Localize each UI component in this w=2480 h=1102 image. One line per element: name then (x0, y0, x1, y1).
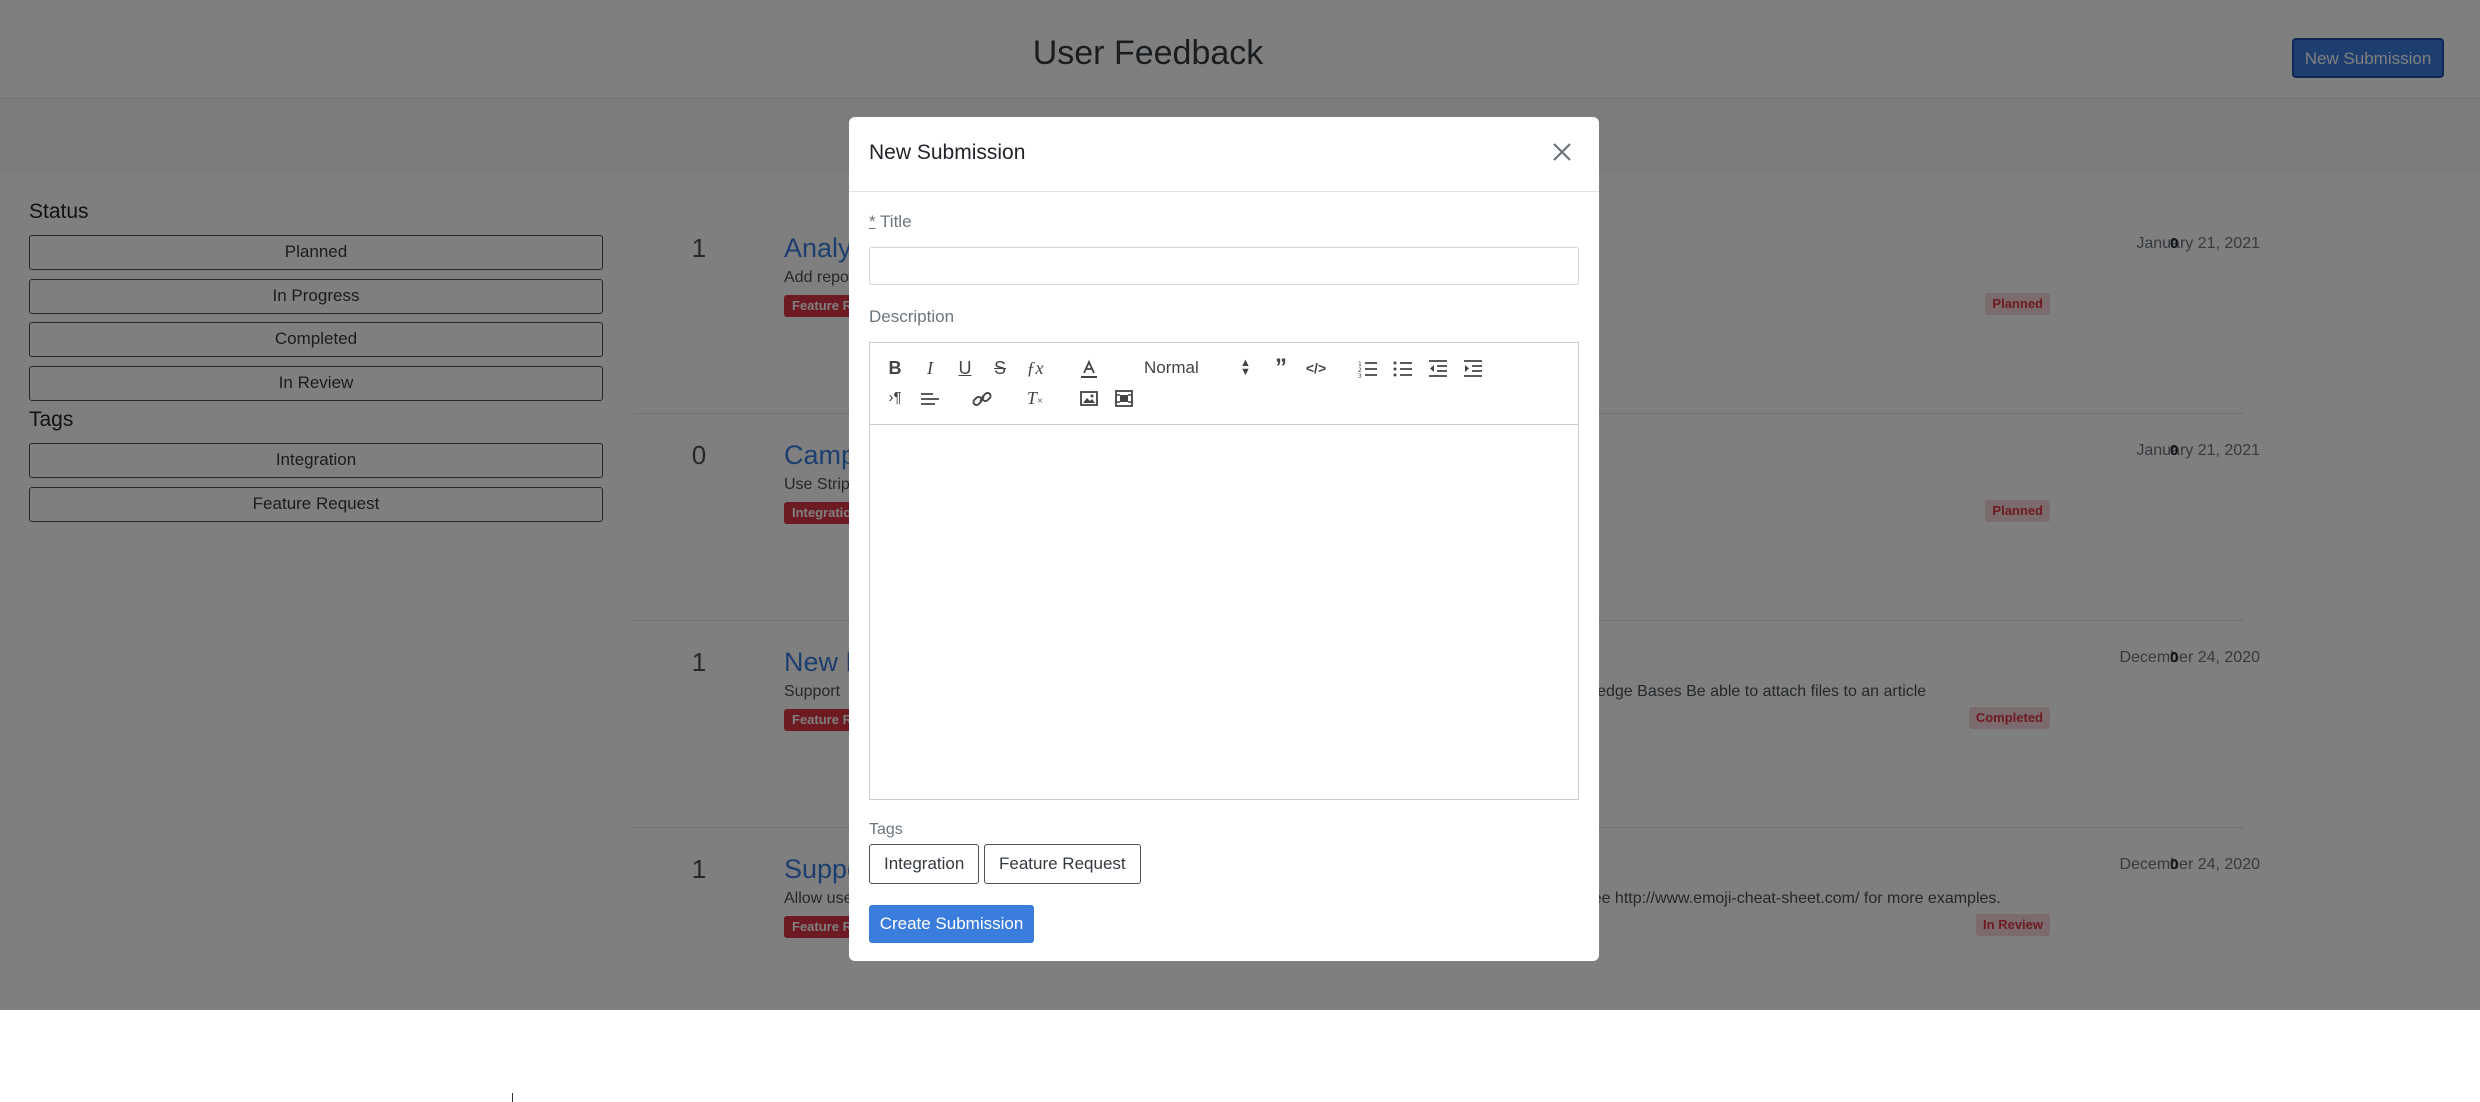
title-label-text: Title (875, 212, 912, 231)
link-icon[interactable] (969, 385, 995, 411)
new-submission-modal: New Submission * Title Description B I U… (849, 117, 1599, 961)
close-icon[interactable] (1549, 139, 1575, 165)
indent-icon[interactable] (1460, 355, 1486, 381)
create-submission-button[interactable]: Create Submission (869, 905, 1034, 943)
tag-option-feature-request[interactable]: Feature Request (984, 844, 1141, 884)
strikethrough-icon[interactable]: S (987, 355, 1013, 381)
bold-icon[interactable]: B (882, 355, 908, 381)
code-icon[interactable]: </> (1303, 355, 1329, 381)
stray-mark (512, 1093, 513, 1102)
description-editor[interactable] (869, 424, 1579, 800)
underline-icon[interactable]: U (952, 355, 978, 381)
text-color-icon[interactable] (1076, 355, 1102, 381)
text-direction-icon[interactable]: ›¶ (882, 385, 908, 411)
format-select[interactable]: Normal ▲ ▼ (1144, 355, 1254, 381)
modal-header: New Submission (849, 117, 1599, 192)
ordered-list-icon[interactable]: 123 (1355, 355, 1381, 381)
image-icon[interactable] (1076, 385, 1102, 411)
title-input[interactable] (869, 247, 1579, 285)
title-field-label: * Title (869, 212, 912, 232)
required-marker: * (869, 212, 876, 231)
tag-option-integration[interactable]: Integration (869, 844, 980, 884)
tags-label: Tags (869, 821, 903, 838)
video-icon[interactable] (1111, 385, 1137, 411)
modal-title: New Submission (869, 141, 1026, 164)
clear-format-icon[interactable]: T× (1022, 385, 1048, 411)
formula-icon[interactable]: ƒx (1022, 355, 1048, 381)
format-select-value: Normal (1144, 358, 1199, 377)
italic-icon[interactable]: I (917, 355, 943, 381)
bullet-list-icon[interactable] (1390, 355, 1416, 381)
chevron-updown-icon: ▲ ▼ (1240, 357, 1251, 378)
align-icon[interactable] (917, 385, 943, 411)
svg-text:3: 3 (1358, 373, 1362, 380)
description-label: Description (869, 307, 955, 326)
blockquote-icon[interactable]: ” (1268, 355, 1294, 381)
editor-toolbar: B I U S ƒx Normal ▲ ▼ ” </> 123 ›¶ T× (869, 342, 1579, 424)
outdent-icon[interactable] (1425, 355, 1451, 381)
